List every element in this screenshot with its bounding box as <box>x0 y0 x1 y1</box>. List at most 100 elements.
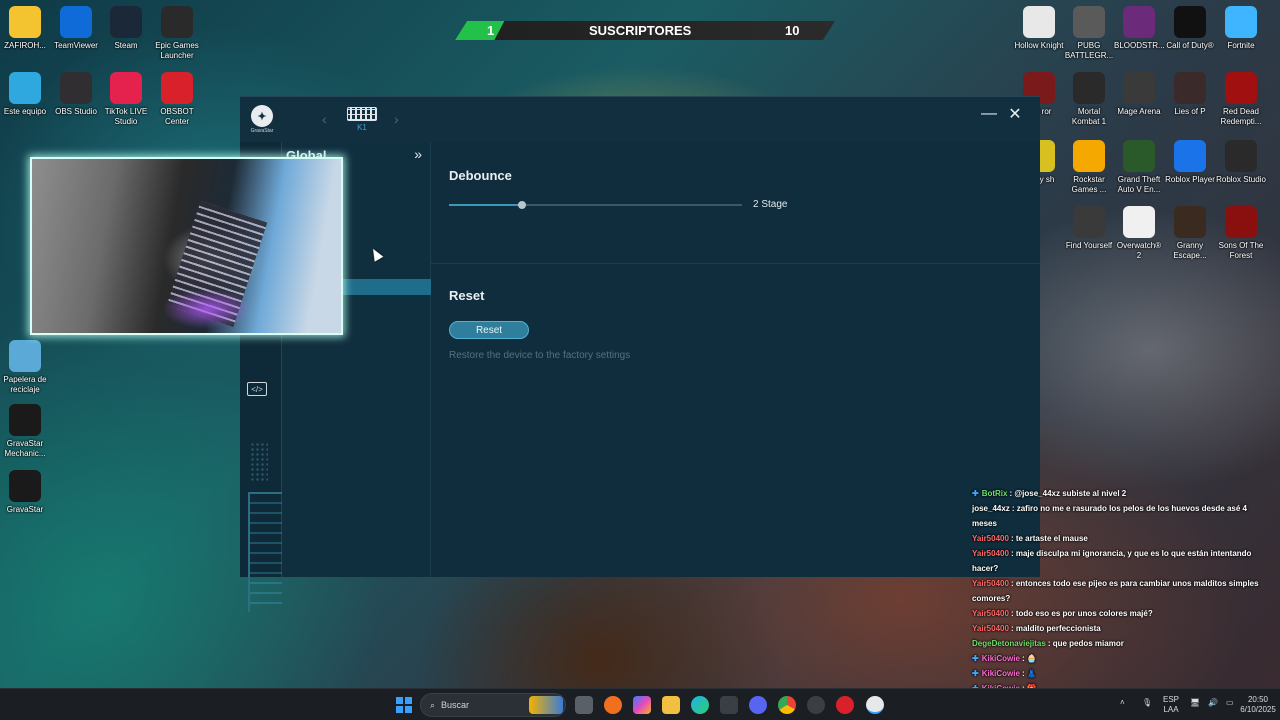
app-titlebar: ✦ GravaStar ‹ K1 › — ✕ <box>240 97 1040 142</box>
desktop-shortcut[interactable]: Fortnite <box>1216 6 1266 51</box>
gravastar-logo-icon: ✦ <box>251 105 273 127</box>
chat-text: : que pedos miamor <box>1047 639 1124 648</box>
desktop-shortcut[interactable]: Este equipo <box>0 72 50 117</box>
tray-chevron-icon[interactable]: ˄ <box>1120 698 1125 708</box>
battery-icon[interactable]: ▭ <box>1226 698 1234 708</box>
gravastar-logo-text: GravaStar <box>250 128 274 134</box>
chat-message: jose_44xz: zafiro no me e rasurado los p… <box>972 501 1272 531</box>
store-icon[interactable] <box>720 696 738 714</box>
gravastar-taskbar-icon[interactable] <box>866 696 884 714</box>
chat-username: DegeDetonaviejitas <box>972 639 1046 648</box>
file-explorer-icon[interactable] <box>662 696 680 714</box>
desktop-shortcut[interactable]: Papelera de reciclaje <box>0 340 50 395</box>
epic-games-icon <box>161 6 193 38</box>
debounce-slider[interactable] <box>449 201 742 209</box>
desktop-shortcut[interactable]: Grand Theft Auto V En... <box>1114 140 1164 195</box>
minimize-button[interactable]: — <box>978 103 1000 125</box>
previous-device-arrow-icon[interactable]: ‹ <box>322 111 327 127</box>
desktop-shortcut[interactable]: Mortal Kombat 1 <box>1064 72 1114 127</box>
gta-v-icon <box>1123 140 1155 172</box>
copilot-icon[interactable] <box>633 696 651 714</box>
desktop-shortcut-label: Overwatch® 2 <box>1116 241 1162 260</box>
desktop-shortcut[interactable]: Overwatch® 2 <box>1114 206 1164 261</box>
desktop-shortcut[interactable]: GravaStar Mechanic... <box>0 404 50 459</box>
taskbar-search[interactable]: ⌕ Buscar <box>420 693 566 717</box>
clock[interactable]: 20:50 6/10/2025 <box>1238 695 1278 715</box>
keyboard-icon <box>347 107 377 121</box>
red-dead-icon <box>1225 72 1257 104</box>
desktop-shortcut[interactable]: Find Yourself <box>1064 206 1114 251</box>
teamviewer-icon <box>60 6 92 38</box>
gravastar-logo: ✦ GravaStar <box>248 105 276 134</box>
desktop-shortcut[interactable]: OBSBOT Center <box>152 72 202 127</box>
bloodstrike-icon <box>1123 6 1155 38</box>
call-of-duty-icon <box>1174 6 1206 38</box>
desktop-shortcut-label: GravaStar Mechanic... <box>4 439 46 458</box>
code-icon[interactable]: </> <box>247 382 267 396</box>
desktop-shortcut[interactable]: Steam <box>101 6 151 51</box>
chat-text: : 👗 <box>1021 669 1037 678</box>
chrome-icon[interactable] <box>778 696 796 714</box>
desktop-shortcut[interactable]: Mage Arena <box>1114 72 1164 117</box>
desktop-shortcut[interactable]: Hollow Knight <box>1014 6 1064 51</box>
computer-icon <box>9 72 41 104</box>
desktop-shortcut[interactable]: Roblox Player <box>1165 140 1215 185</box>
chat-badge-icon: ✚ <box>972 654 979 663</box>
subscriber-label: SUSCRIPTORES <box>589 23 692 38</box>
expand-menu-icon[interactable]: » <box>414 146 422 162</box>
obs-icon <box>60 72 92 104</box>
desktop-shortcut[interactable]: Sons Of The Forest <box>1216 206 1266 261</box>
chat-username: Yair50400 <box>972 534 1009 543</box>
obsbot-taskbar-icon[interactable] <box>836 696 854 714</box>
desktop-shortcut[interactable]: PUBG BATTLEGR... <box>1064 6 1114 61</box>
reset-button[interactable]: Reset <box>449 321 529 339</box>
chat-message: Yair50400: maje disculpa mi ignorancia, … <box>972 546 1272 576</box>
granny-icon <box>1174 206 1206 238</box>
debounce-title: Debounce <box>449 168 512 183</box>
desktop-shortcut[interactable]: Granny Escape... <box>1165 206 1215 261</box>
desktop-shortcut[interactable]: BLOODSTR... <box>1114 6 1165 51</box>
desktop-shortcut[interactable]: Lies of P <box>1165 72 1215 117</box>
steam-taskbar-icon[interactable] <box>807 696 825 714</box>
desktop-shortcut[interactable]: Rockstar Games ... <box>1064 140 1114 195</box>
desktop-shortcut[interactable]: ZAFIROH... <box>0 6 50 51</box>
section-divider <box>431 263 1040 264</box>
pubg-icon <box>1073 6 1105 38</box>
fortnite-icon <box>1225 6 1257 38</box>
desktop-shortcut[interactable]: OBS Studio <box>51 72 101 117</box>
desktop-shortcut[interactable]: TeamViewer <box>51 6 101 51</box>
desktop-shortcut-label: Roblox Player <box>1165 175 1215 184</box>
language-indicator[interactable]: ESP LAA <box>1163 695 1179 715</box>
desktop-shortcut-label: GravaStar <box>6 505 44 514</box>
search-icon: ⌕ <box>430 699 436 710</box>
tiktok-icon <box>110 72 142 104</box>
language-top: ESP <box>1163 695 1180 704</box>
task-view-icon[interactable] <box>575 696 593 714</box>
obsbot-icon <box>161 72 193 104</box>
debounce-slider-thumb[interactable] <box>518 201 527 209</box>
chat-message: Yair50400: maldito perfeccionista <box>972 621 1272 636</box>
desktop-shortcut[interactable]: TikTok LIVE Studio <box>101 72 151 127</box>
discord-icon[interactable] <box>749 696 767 714</box>
desktop-shortcut[interactable]: Call of Duty® <box>1165 6 1215 51</box>
desktop-shortcut[interactable]: Roblox Studio <box>1216 140 1266 185</box>
desktop-shortcut[interactable]: GravaStar <box>0 470 50 515</box>
recycle-bin-icon <box>9 340 41 372</box>
close-button[interactable]: ✕ <box>1004 103 1026 125</box>
device-selector[interactable]: K1 <box>345 107 379 132</box>
volume-icon[interactable]: 🔊 <box>1208 698 1218 708</box>
microphone-icon[interactable]: 🎙 <box>1142 698 1152 708</box>
overwatch-icon <box>1123 206 1155 238</box>
rockstar-icon <box>1073 140 1105 172</box>
next-device-arrow-icon[interactable]: › <box>394 111 399 127</box>
desktop-shortcut-label: Grand Theft Auto V En... <box>1117 175 1161 194</box>
edge-icon[interactable] <box>691 696 709 714</box>
desktop-shortcut-label: Fortnite <box>1227 41 1255 50</box>
windows-start-icon[interactable] <box>396 697 412 713</box>
steam-icon <box>110 6 142 38</box>
cloud-app-icon[interactable] <box>604 696 622 714</box>
desktop-shortcut[interactable]: Epic Games Launcher <box>152 6 202 61</box>
network-icon[interactable]: 🖥 <box>1190 698 1200 708</box>
chat-username: KikiCowie <box>981 669 1020 678</box>
desktop-shortcut[interactable]: Red Dead Redempti... <box>1216 72 1266 127</box>
